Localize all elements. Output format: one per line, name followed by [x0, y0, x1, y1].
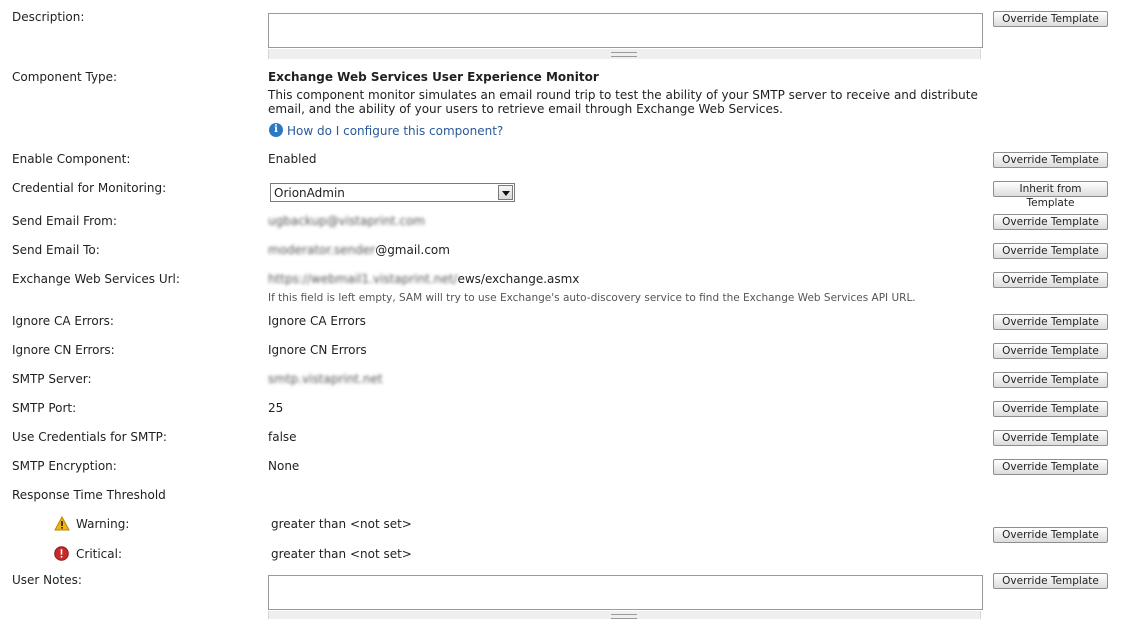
ews-url-value-path: ews/exchange.asmx: [457, 272, 580, 286]
component-type-description: This component monitor simulates an emai…: [268, 88, 978, 116]
user-notes-resize-handle[interactable]: [268, 611, 981, 619]
critical-icon: [54, 546, 69, 561]
description-textarea[interactable]: [268, 13, 983, 48]
send-to-value-domain: @gmail.com: [375, 243, 450, 257]
ews-url-value-hidden: https://webmail1.vistaprint.net/: [268, 272, 458, 286]
description-resize-handle[interactable]: [268, 49, 981, 59]
send-to-label: Send Email To:: [12, 243, 100, 257]
use-credentials-value: false: [268, 430, 297, 444]
smtp-server-label: SMTP Server:: [12, 372, 92, 386]
user-notes-textarea[interactable]: [268, 575, 983, 610]
credential-label: Credential for Monitoring:: [12, 181, 167, 195]
response-threshold-label: Response Time Threshold: [12, 488, 166, 502]
smtp-port-override-button[interactable]: Override Template: [993, 401, 1108, 417]
component-type-label: Component Type:: [12, 70, 118, 84]
send-from-value: ugbackup@vistaprint.com: [268, 214, 425, 228]
ignore-cn-value: Ignore CN Errors: [268, 343, 367, 357]
send-from-label: Send Email From:: [12, 214, 117, 228]
send-to-value: moderator.sender@gmail.com: [268, 243, 450, 257]
user-notes-label: User Notes:: [12, 573, 82, 587]
enable-component-override-button[interactable]: Override Template: [993, 152, 1108, 168]
smtp-port-value: 25: [268, 401, 284, 415]
send-from-override-button[interactable]: Override Template: [993, 214, 1108, 230]
credential-select[interactable]: OrionAdmin: [270, 183, 515, 202]
component-type-title: Exchange Web Services User Experience Mo…: [268, 70, 599, 84]
smtp-server-value: smtp.vistaprint.net: [268, 372, 383, 386]
description-label: Description:: [12, 10, 85, 24]
ews-url-override-button[interactable]: Override Template: [993, 272, 1108, 288]
use-credentials-label: Use Credentials for SMTP:: [12, 430, 167, 444]
credential-inherit-button[interactable]: Inherit from Template: [993, 181, 1108, 209]
ews-url-label: Exchange Web Services Url:: [12, 272, 180, 286]
smtp-port-label: SMTP Port:: [12, 401, 77, 415]
credential-selected-value: OrionAdmin: [274, 186, 345, 200]
ews-url-hint: If this field is left empty, SAM will tr…: [268, 292, 916, 304]
response-threshold-override-button[interactable]: Override Template: [993, 527, 1108, 543]
smtp-server-override-button[interactable]: Override Template: [993, 372, 1108, 388]
description-override-button[interactable]: Override Template: [993, 11, 1108, 27]
configure-help-link[interactable]: How do I configure this component?: [287, 124, 503, 138]
user-notes-override-button[interactable]: Override Template: [993, 573, 1108, 589]
critical-label: Critical:: [76, 547, 123, 561]
warning-icon: [54, 516, 70, 531]
enable-component-value: Enabled: [268, 152, 317, 166]
send-to-override-button[interactable]: Override Template: [993, 243, 1108, 259]
smtp-encryption-value: None: [268, 459, 300, 473]
ignore-cn-label: Ignore CN Errors:: [12, 343, 115, 357]
critical-value: greater than <not set>: [271, 547, 412, 561]
ignore-ca-value: Ignore CA Errors: [268, 314, 366, 328]
ignore-ca-override-button[interactable]: Override Template: [993, 314, 1108, 330]
warning-label: Warning:: [76, 517, 130, 531]
use-credentials-override-button[interactable]: Override Template: [993, 430, 1108, 446]
chevron-down-icon[interactable]: [498, 185, 513, 200]
enable-component-label: Enable Component:: [12, 152, 131, 166]
info-icon: i: [269, 123, 283, 137]
ignore-ca-label: Ignore CA Errors:: [12, 314, 114, 328]
smtp-encryption-override-button[interactable]: Override Template: [993, 459, 1108, 475]
ews-url-value: https://webmail1.vistaprint.net/ews/exch…: [268, 272, 579, 286]
ignore-cn-override-button[interactable]: Override Template: [993, 343, 1108, 359]
smtp-encryption-label: SMTP Encryption:: [12, 459, 117, 473]
send-to-value-hidden: moderator.sender: [268, 243, 376, 257]
warning-value: greater than <not set>: [271, 517, 412, 531]
